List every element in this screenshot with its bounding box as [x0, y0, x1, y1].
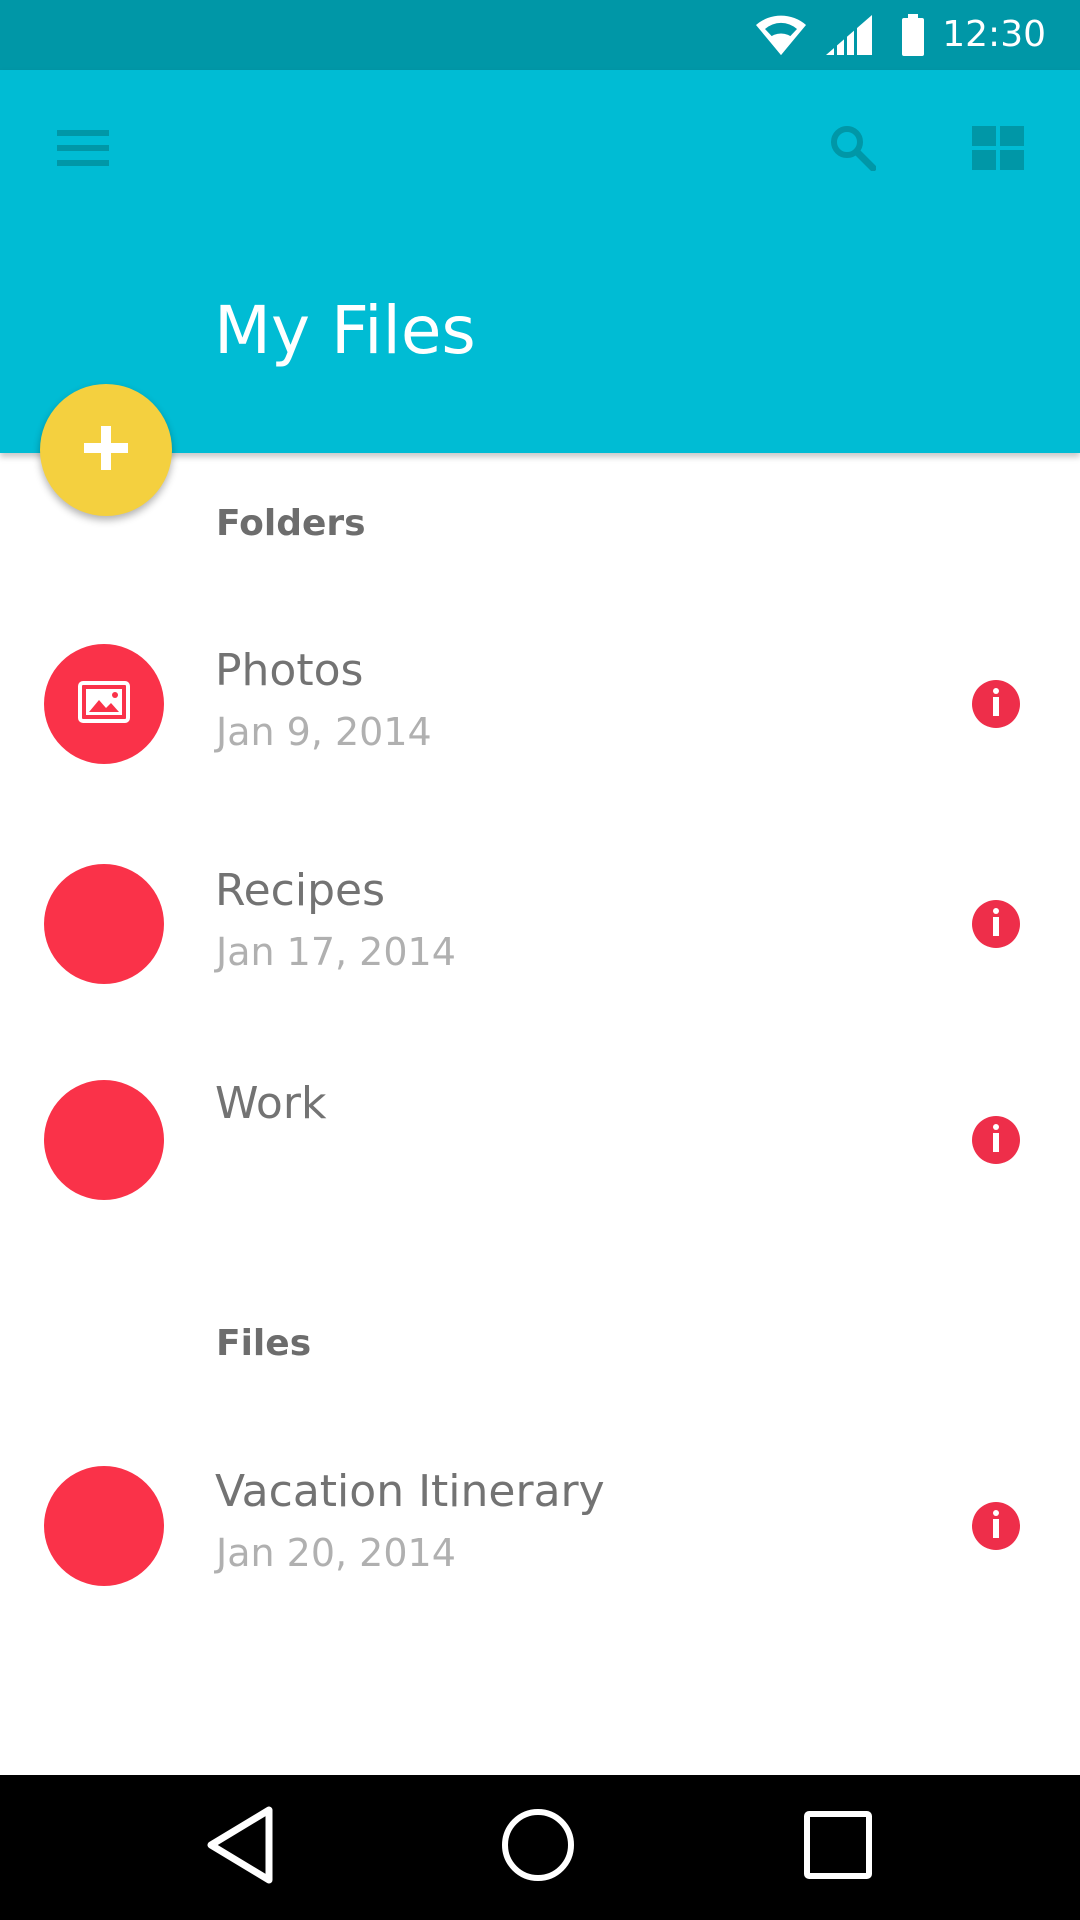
folder-avatar [44, 864, 164, 984]
folder-item-photos[interactable]: Photos Jan 9, 2014 [0, 624, 1080, 784]
info-button[interactable] [972, 900, 1020, 948]
status-bar: 12:30 [0, 0, 1080, 70]
info-icon [992, 688, 1000, 720]
item-name: Vacation Itinerary [215, 1466, 605, 1517]
search-icon [830, 125, 877, 175]
recents-icon [804, 1811, 872, 1883]
folder-avatar [44, 1080, 164, 1200]
home-icon [501, 1808, 575, 1886]
recents-button[interactable] [788, 1797, 888, 1897]
back-icon [205, 1806, 275, 1888]
navigation-bar [0, 1775, 1080, 1920]
file-avatar [44, 1466, 164, 1586]
folder-avatar [44, 644, 164, 764]
grid-view-icon [972, 126, 1024, 174]
home-button[interactable] [488, 1797, 588, 1897]
menu-button[interactable] [38, 105, 128, 195]
info-button[interactable] [972, 1116, 1020, 1164]
add-icon [84, 426, 128, 474]
back-button[interactable] [190, 1797, 290, 1897]
grid-view-button[interactable] [953, 105, 1043, 195]
menu-icon [57, 130, 109, 170]
item-name: Work [215, 1078, 327, 1129]
info-button[interactable] [972, 680, 1020, 728]
folder-item-recipes[interactable]: Recipes Jan 17, 2014 [0, 844, 1080, 1004]
page-title: My Files [214, 292, 476, 369]
item-date: Jan 20, 2014 [216, 1531, 456, 1575]
info-button[interactable] [972, 1502, 1020, 1550]
files-header: Files [216, 1323, 312, 1364]
item-date: Jan 9, 2014 [216, 710, 432, 754]
cellular-signal-icon [826, 0, 872, 70]
info-icon [992, 1510, 1000, 1542]
folder-item-work[interactable]: Work [0, 1060, 1080, 1220]
app-bar: My Files [0, 70, 1080, 453]
battery-icon [902, 0, 924, 70]
info-icon [992, 908, 1000, 940]
item-name: Recipes [215, 865, 386, 916]
item-name: Photos [215, 645, 364, 696]
item-date: Jan 17, 2014 [216, 930, 456, 974]
info-icon [992, 1124, 1000, 1156]
wifi-icon [756, 0, 806, 70]
folders-header: Folders [216, 503, 366, 544]
file-item-vacation-itinerary[interactable]: Vacation Itinerary Jan 20, 2014 [0, 1446, 1080, 1606]
add-button[interactable] [40, 384, 172, 516]
search-button[interactable] [808, 105, 898, 195]
image-icon [78, 681, 130, 727]
status-time: 12:30 [942, 14, 1046, 55]
